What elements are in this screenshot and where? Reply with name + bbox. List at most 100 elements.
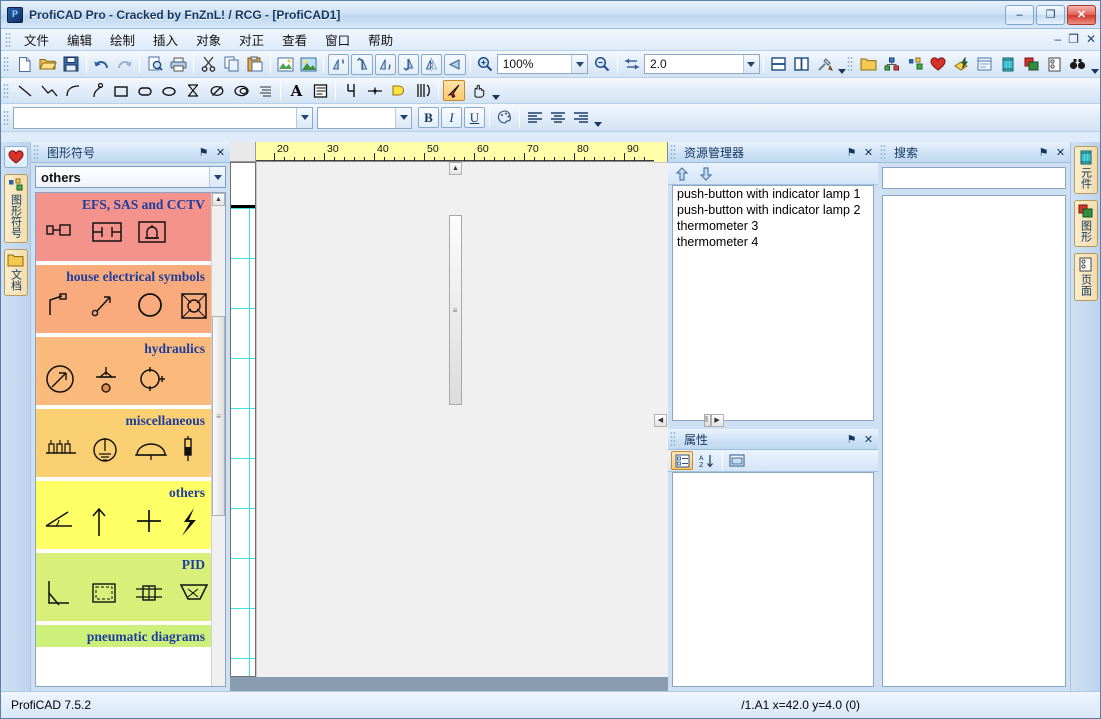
lamp-circle-symbol[interactable] — [133, 291, 167, 325]
notebook-panel-button[interactable] — [998, 54, 1019, 75]
cut-button[interactable] — [198, 54, 219, 75]
arrow-select-tool[interactable] — [443, 80, 465, 101]
move-up-button[interactable] — [671, 164, 693, 183]
mdi-minimize-button[interactable]: – — [1054, 31, 1061, 47]
list-item[interactable]: thermometer 4 — [673, 234, 873, 250]
categorized-view-button[interactable] — [671, 451, 693, 470]
crossed-ellipse-tool[interactable] — [206, 80, 228, 101]
undo-button[interactable] — [91, 54, 112, 75]
graphic-symbols-tab[interactable]: 图形符号 — [3, 174, 28, 243]
window-maximize-button[interactable]: ❐ — [1036, 4, 1065, 25]
print-preview-button[interactable] — [144, 54, 165, 75]
line-width-combo[interactable]: 2.0 — [643, 54, 760, 74]
search-results-list[interactable] — [882, 195, 1066, 687]
contact-box-symbol[interactable] — [90, 219, 124, 253]
pid-valve-symbol[interactable] — [44, 579, 77, 613]
favorites-panel-button[interactable] — [928, 54, 949, 75]
print-button[interactable] — [168, 54, 189, 75]
rounded-rectangle-tool[interactable] — [134, 80, 156, 101]
menu-align[interactable]: 对正 — [230, 28, 273, 51]
align-right-button[interactable] — [570, 107, 591, 128]
menu-object[interactable]: 对象 — [187, 28, 230, 51]
mirror-horizontal-button[interactable] — [444, 53, 466, 75]
menu-window[interactable]: 窗口 — [316, 28, 359, 51]
zoom-out-button[interactable] — [591, 54, 612, 75]
resource-panel-close-button[interactable]: ✕ — [861, 145, 876, 160]
menu-insert[interactable]: 插入 — [144, 28, 187, 51]
properties-panel-pin-button[interactable]: ⚑ — [844, 432, 859, 447]
alphabetical-sort-button[interactable]: AZ — [695, 451, 717, 470]
page-panel-button[interactable] — [1044, 54, 1065, 75]
scroll-right-arrow-icon[interactable]: ▶ — [710, 413, 724, 427]
underline-button[interactable]: U — [464, 107, 485, 128]
text-block-tool[interactable] — [309, 80, 331, 101]
hydraulic-valve-symbol[interactable] — [90, 363, 124, 397]
main-toolbar-overflow[interactable] — [836, 54, 847, 75]
drawing-toolbar-overflow[interactable] — [490, 80, 501, 101]
zoom-combo[interactable]: 100% — [496, 54, 589, 74]
menu-file[interactable]: 文件 — [15, 28, 58, 51]
list-item[interactable]: push-button with indicator lamp 1 — [673, 186, 873, 202]
window-minimize-button[interactable]: – — [1005, 4, 1034, 25]
search-input[interactable] — [882, 167, 1066, 189]
rotate-right-button[interactable] — [374, 53, 396, 75]
boxed-lamp-symbol[interactable] — [179, 291, 211, 325]
layers-flash-button[interactable] — [951, 54, 972, 75]
blocks-panel-button[interactable] — [905, 54, 926, 75]
window-close-button[interactable]: ✕ — [1067, 4, 1096, 25]
favorites-tab[interactable] — [3, 146, 28, 168]
earth-ground-symbol[interactable] — [90, 435, 122, 469]
properties-panel-button[interactable] — [974, 54, 995, 75]
dome-symbol[interactable] — [134, 435, 168, 469]
rotate-left-button[interactable] — [328, 53, 350, 75]
save-button[interactable] — [61, 54, 82, 75]
properties-panel-grip[interactable] — [670, 431, 676, 447]
resistor-bank-symbol[interactable] — [44, 435, 78, 469]
lightning-symbol[interactable] — [178, 507, 211, 541]
redo-button[interactable] — [114, 54, 135, 75]
panel-toolbar-grip[interactable] — [847, 56, 854, 72]
yellow-terminal-tool[interactable] — [388, 80, 410, 101]
objects-panel-button[interactable] — [1021, 54, 1042, 75]
drawing-toolbar-grip[interactable] — [3, 82, 9, 99]
main-toolbar-grip[interactable] — [3, 56, 9, 72]
color-palette-button[interactable] — [494, 107, 515, 128]
font-size-combo[interactable] — [317, 106, 412, 129]
switch-symbol[interactable] — [88, 291, 120, 325]
symbols-panel-pin-button[interactable]: ⚑ — [196, 145, 211, 160]
chevron-down-icon[interactable] — [742, 55, 759, 73]
properties-grid[interactable] — [672, 472, 874, 687]
open-file-button[interactable] — [37, 54, 58, 75]
new-file-button[interactable] — [14, 54, 35, 75]
double-ellipse-tool[interactable] — [230, 80, 252, 101]
bell-symbol[interactable] — [136, 219, 170, 253]
symbols-scroll-thumb[interactable]: ≡ — [212, 316, 225, 516]
horizontal-split-button[interactable] — [768, 54, 789, 75]
canvas-vertical-scrollbar[interactable]: ▲ ≡ — [256, 162, 654, 677]
pid-vessel-symbol[interactable] — [89, 579, 122, 613]
wire-junction-tool[interactable] — [340, 80, 362, 101]
hand-pan-tool[interactable] — [467, 80, 489, 101]
page-tab[interactable]: 页面 — [1073, 253, 1098, 301]
format-toolbar-overflow[interactable] — [592, 107, 603, 128]
documents-tab[interactable]: 文档 — [3, 249, 28, 296]
menu-view[interactable]: 查看 — [273, 28, 316, 51]
pid-filter-symbol[interactable] — [134, 579, 167, 613]
mdi-close-button[interactable]: ✕ — [1086, 31, 1096, 47]
format-toolbar-grip[interactable] — [3, 109, 9, 126]
hydraulic-pump-symbol[interactable] — [44, 363, 78, 397]
scroll-up-arrow-icon[interactable]: ▲ — [212, 193, 225, 206]
bezier-curve-tool[interactable] — [86, 80, 108, 101]
hourglass-tool[interactable] — [182, 80, 204, 101]
folder-panel-button[interactable] — [858, 54, 879, 75]
menu-edit[interactable]: 编辑 — [58, 28, 101, 51]
text-letter-a-tool[interactable]: A — [285, 80, 307, 101]
copy-button[interactable] — [221, 54, 242, 75]
hydraulic-motor-symbol[interactable] — [136, 363, 170, 397]
menu-draw[interactable]: 绘制 — [101, 28, 144, 51]
list-item[interactable]: thermometer 3 — [673, 218, 873, 234]
menu-help[interactable]: 帮助 — [359, 28, 402, 51]
font-name-combo[interactable] — [13, 106, 313, 129]
italic-button[interactable]: I — [441, 107, 462, 128]
mirror-vertical-button[interactable] — [421, 53, 443, 75]
